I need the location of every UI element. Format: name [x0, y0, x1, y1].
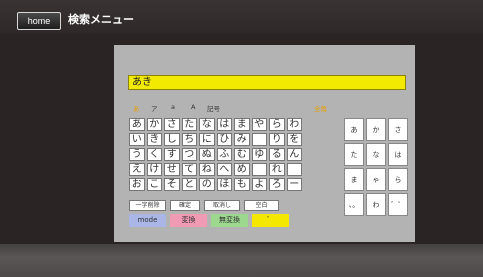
kana-key[interactable]: ら	[269, 118, 285, 131]
kana-key[interactable]: ろ	[269, 178, 285, 191]
kana-key[interactable]: か	[146, 118, 162, 131]
footer-bar	[0, 244, 483, 277]
pad-key[interactable]: さ	[388, 118, 408, 141]
pad-key[interactable]: ら	[388, 168, 408, 191]
kana-key[interactable]: た	[181, 118, 197, 131]
kana-key[interactable]: み	[234, 133, 250, 146]
search-input[interactable]: あき	[128, 75, 406, 90]
kana-key[interactable]: む	[234, 148, 250, 161]
kana-key[interactable]: て	[181, 163, 197, 176]
space-button[interactable]: 空白	[244, 200, 279, 211]
kana-key[interactable]: し	[164, 133, 180, 146]
kana-key[interactable]: こ	[146, 178, 162, 191]
kana-key[interactable]: ほ	[216, 178, 232, 191]
kana-key[interactable]: や	[251, 118, 267, 131]
kana-key[interactable]: そ	[164, 178, 180, 191]
kana-key[interactable]: え	[129, 163, 145, 176]
kana-key[interactable]: な	[199, 118, 215, 131]
pad-key[interactable]: ま	[344, 168, 364, 191]
kana-key[interactable]: あ	[129, 118, 145, 131]
kana-key[interactable]: す	[164, 148, 180, 161]
kana-key[interactable]: い	[129, 133, 145, 146]
kana-key[interactable]: ん	[286, 148, 302, 161]
mode-lowercase-tab[interactable]: a	[171, 103, 175, 111]
kana-key[interactable]: ね	[199, 163, 215, 176]
top-bar: home 検索メニュー	[0, 0, 483, 34]
kana-key[interactable]: め	[234, 163, 250, 176]
kana-key[interactable]: と	[181, 178, 197, 191]
pad-key[interactable]: た	[344, 143, 364, 166]
kana-key[interactable]: る	[269, 148, 285, 161]
kana-key[interactable]: わ	[286, 118, 302, 131]
kana-key[interactable]: も	[234, 178, 250, 191]
kana-key[interactable]: せ	[164, 163, 180, 176]
kana-key[interactable]: ー	[286, 178, 302, 191]
kana-key[interactable]: り	[269, 133, 285, 146]
no-convert-button[interactable]: 無変換	[211, 214, 248, 227]
keyboard-panel: あき あ ア a A 記号 全角 あ か さ た な は ま や ら わ い き…	[114, 45, 415, 242]
kana-key[interactable]: に	[199, 133, 215, 146]
kana-key[interactable]: ま	[234, 118, 250, 131]
home-button[interactable]: home	[17, 12, 61, 30]
kana-key[interactable]: う	[129, 148, 145, 161]
kana-key-empty	[286, 163, 302, 176]
kana-key[interactable]: ぬ	[199, 148, 215, 161]
kana-key[interactable]: は	[216, 118, 232, 131]
pad-key[interactable]: か	[366, 118, 386, 141]
pad-key[interactable]: ゃ	[366, 168, 386, 191]
width-mode-label[interactable]: 全角	[314, 103, 327, 113]
kana-key[interactable]: れ	[269, 163, 285, 176]
pad-key[interactable]: ゛゜	[388, 193, 408, 216]
pad-key[interactable]: 、。	[344, 193, 364, 216]
page-title: 検索メニュー	[68, 13, 134, 26]
mode-symbol-tab[interactable]: 記号	[207, 103, 220, 113]
kana-key[interactable]: ふ	[216, 148, 232, 161]
mode-uppercase-tab[interactable]: A	[191, 103, 195, 111]
kana-key[interactable]: つ	[181, 148, 197, 161]
mode-button[interactable]: mode	[129, 214, 166, 227]
kana-key-grid: あ か さ た な は ま や ら わ い き し ち に ひ み り を う …	[129, 118, 302, 191]
mode-katakana-tab[interactable]: ア	[151, 103, 158, 113]
ten-key-pad: あ か さ た な は ま ゃ ら 、。 わ ゛゜	[344, 118, 408, 216]
delete-char-button[interactable]: 一字削除	[129, 200, 166, 211]
kana-key[interactable]: ひ	[216, 133, 232, 146]
kana-key[interactable]: ゆ	[251, 148, 267, 161]
kana-key[interactable]: ち	[181, 133, 197, 146]
pad-key[interactable]: わ	[366, 193, 386, 216]
kana-key[interactable]: け	[146, 163, 162, 176]
kana-key[interactable]: お	[129, 178, 145, 191]
kana-key[interactable]: を	[286, 133, 302, 146]
kana-key[interactable]: よ	[251, 178, 267, 191]
kana-key-empty	[251, 163, 267, 176]
mode-hiragana-tab[interactable]: あ	[133, 103, 140, 113]
kana-key-empty	[251, 133, 267, 146]
pad-key[interactable]: は	[388, 143, 408, 166]
pad-key[interactable]: あ	[344, 118, 364, 141]
kana-key[interactable]: き	[146, 133, 162, 146]
kana-key[interactable]: く	[146, 148, 162, 161]
kana-key[interactable]: の	[199, 178, 215, 191]
kana-key[interactable]: へ	[216, 163, 232, 176]
dakuten-button[interactable]: ゛	[252, 214, 289, 227]
kana-key[interactable]: さ	[164, 118, 180, 131]
pad-key[interactable]: な	[366, 143, 386, 166]
convert-button[interactable]: 変換	[170, 214, 207, 227]
confirm-button[interactable]: 確定	[170, 200, 200, 211]
cancel-button[interactable]: 取消し	[204, 200, 240, 211]
